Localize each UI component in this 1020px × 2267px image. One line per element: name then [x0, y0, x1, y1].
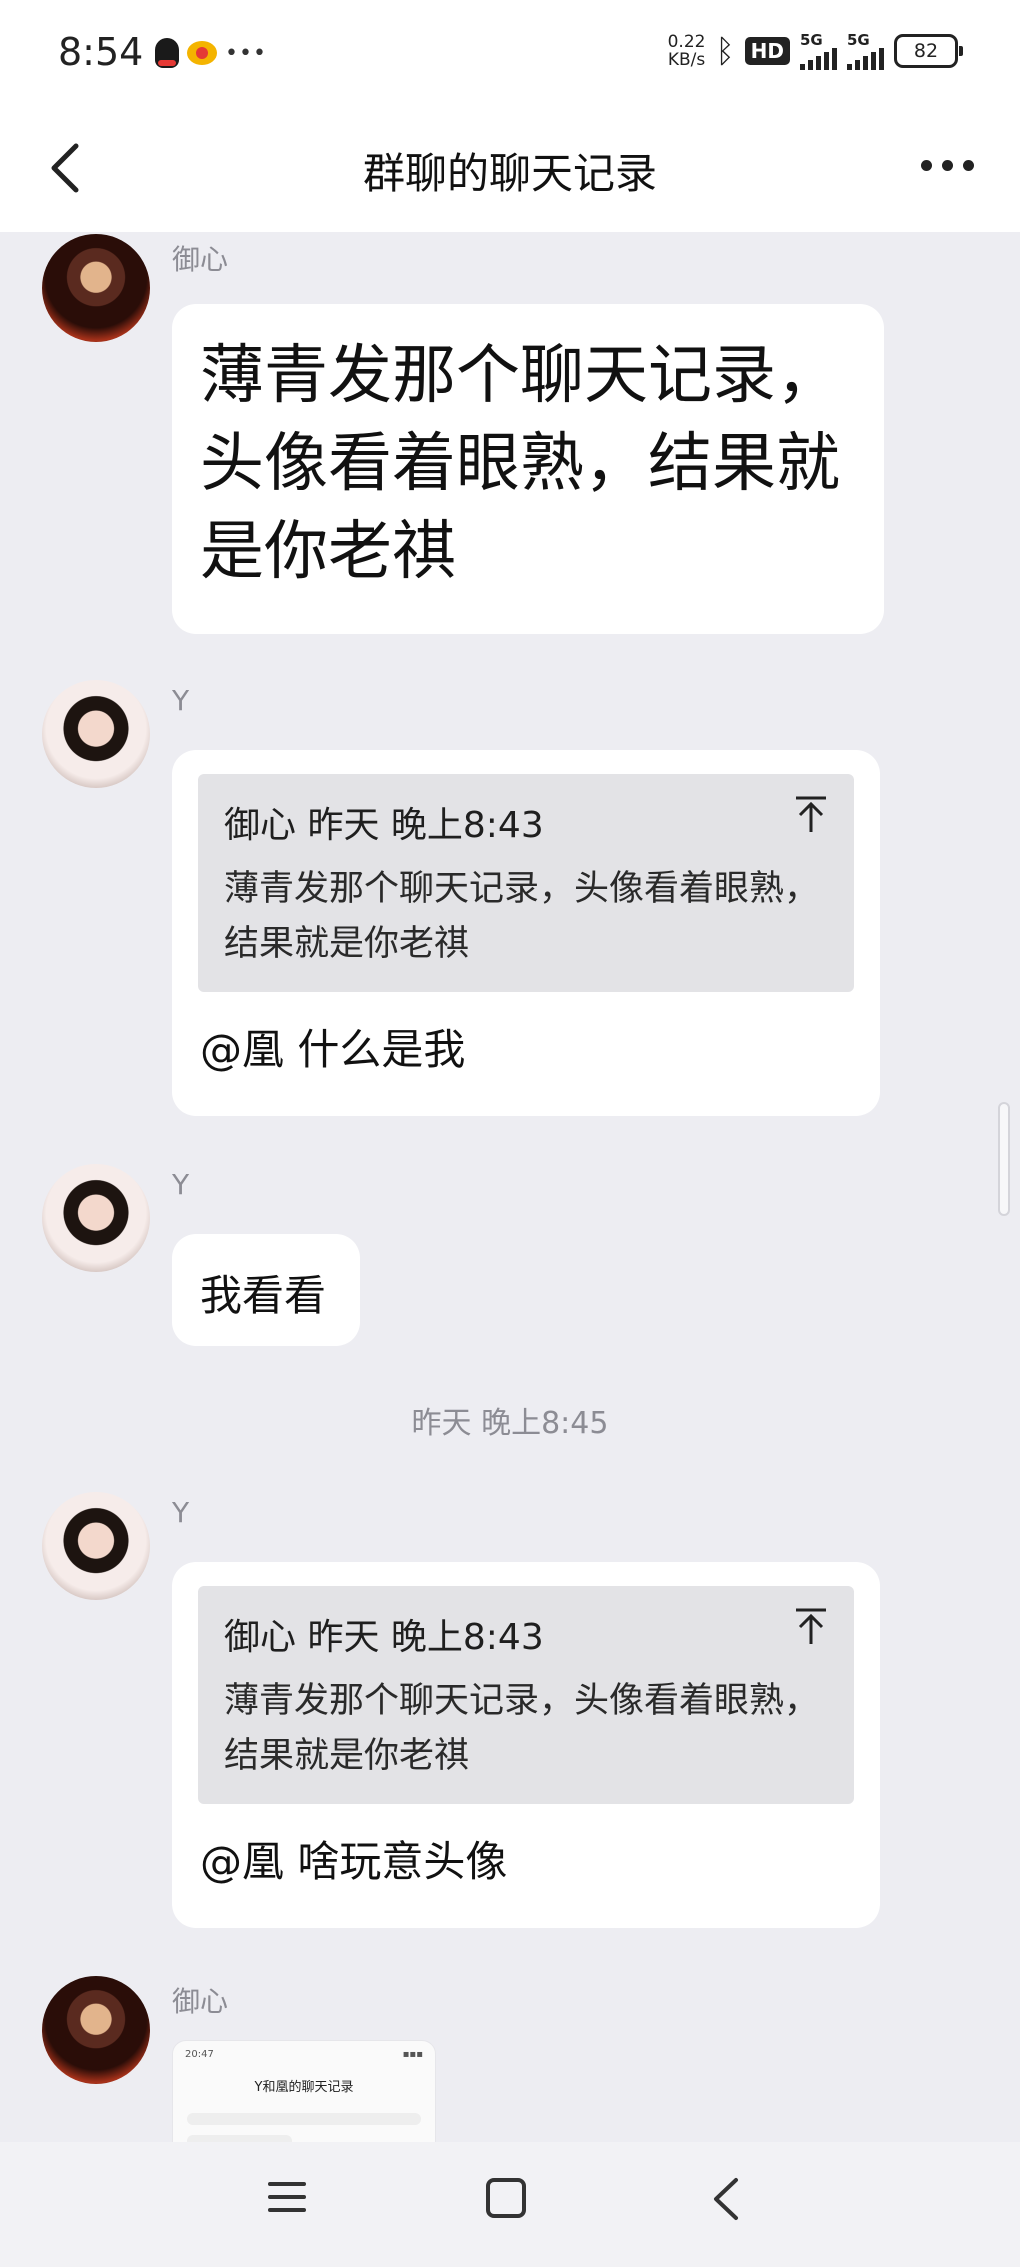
- status-bar: 8:54 ••• 0.22 KB/s ᛒ HD 5G 5G 82: [0, 0, 1020, 110]
- scroll-indicator[interactable]: [998, 1102, 1010, 1216]
- battery-icon: 82: [894, 34, 963, 68]
- weibo-icon: [187, 41, 217, 65]
- system-back-button[interactable]: [706, 2176, 746, 2222]
- jump-to-message-icon[interactable]: [794, 1606, 828, 1646]
- more-icon: [921, 160, 932, 171]
- jump-to-message-icon[interactable]: [794, 794, 828, 834]
- avatar[interactable]: [42, 1976, 150, 2084]
- sender-name: Y: [172, 1496, 190, 1529]
- bluetooth-icon: ᛒ: [715, 32, 735, 70]
- message-bubble[interactable]: 我看看: [172, 1234, 360, 1346]
- message-text: @凰 啥玩意头像: [200, 1837, 508, 1886]
- status-time: 8:54: [58, 30, 144, 74]
- quote-header: 御心 昨天 晚上8:43: [224, 1617, 544, 1658]
- menu-icon: [268, 2182, 306, 2186]
- signal-icon: 5G: [800, 32, 837, 70]
- avatar[interactable]: [42, 1492, 150, 1600]
- message-text: 薄青发那个聊天记录，头像看着眼熟，结果就是你老祺: [200, 339, 840, 589]
- system-nav-bar: [0, 2142, 1020, 2267]
- message-text: @凰 什么是我: [200, 1025, 466, 1074]
- sender-name: Y: [172, 1168, 190, 1201]
- avatar[interactable]: [42, 1164, 150, 1272]
- sender-name: 御心: [172, 1985, 229, 2018]
- screenshot-image[interactable]: 20:47 ▪▪▪ Y和凰的聊天记录: [172, 2040, 436, 2142]
- recent-apps-button[interactable]: [268, 2182, 306, 2212]
- back-icon: [714, 2178, 738, 2220]
- sender-name: 御心: [172, 243, 229, 276]
- message-bubble[interactable]: 薄青发那个聊天记录，头像看着眼熟，结果就是你老祺: [172, 304, 884, 634]
- page-title: 群聊的聊天记录: [362, 149, 657, 198]
- quoted-message[interactable]: 御心 昨天 晚上8:43 薄青发那个聊天记录，头像看着眼熟，结果就是你老祺: [198, 774, 854, 992]
- sender-name: Y: [172, 684, 190, 717]
- more-options-button[interactable]: [921, 160, 974, 171]
- avatar[interactable]: [42, 680, 150, 788]
- avatar[interactable]: [42, 234, 150, 342]
- message-bubble[interactable]: 御心 昨天 晚上8:43 薄青发那个聊天记录，头像看着眼熟，结果就是你老祺 @凰…: [172, 1562, 880, 1928]
- message-text: 我看看: [200, 1271, 327, 1320]
- chat-timestamp: 昨天 晚上8:45: [411, 1406, 609, 1441]
- network-speed: 0.22 KB/s: [667, 32, 706, 70]
- more-notifications-icon: •••: [225, 40, 267, 66]
- nav-header: 群聊的聊天记录: [0, 110, 1020, 232]
- signal-icon: 5G: [847, 32, 884, 70]
- chat-history[interactable]: 御心 薄青发那个聊天记录，头像看着眼熟，结果就是你老祺 Y 御心 昨天 晚上8:…: [0, 232, 1020, 2142]
- quote-header: 御心 昨天 晚上8:43: [224, 805, 544, 846]
- quote-text: 薄青发那个聊天记录，头像看着眼熟，结果就是你老祺: [224, 1681, 820, 1776]
- home-button[interactable]: [486, 2178, 526, 2218]
- image-title: Y和凰的聊天记录: [254, 2080, 354, 2095]
- message-bubble[interactable]: 御心 昨天 晚上8:43 薄青发那个聊天记录，头像看着眼熟，结果就是你老祺 @凰…: [172, 750, 880, 1116]
- qq-icon: [155, 38, 179, 68]
- quoted-message[interactable]: 御心 昨天 晚上8:43 薄青发那个聊天记录，头像看着眼熟，结果就是你老祺: [198, 1586, 854, 1804]
- hd-badge: HD: [744, 37, 790, 65]
- quote-text: 薄青发那个聊天记录，头像看着眼熟，结果就是你老祺: [224, 869, 820, 964]
